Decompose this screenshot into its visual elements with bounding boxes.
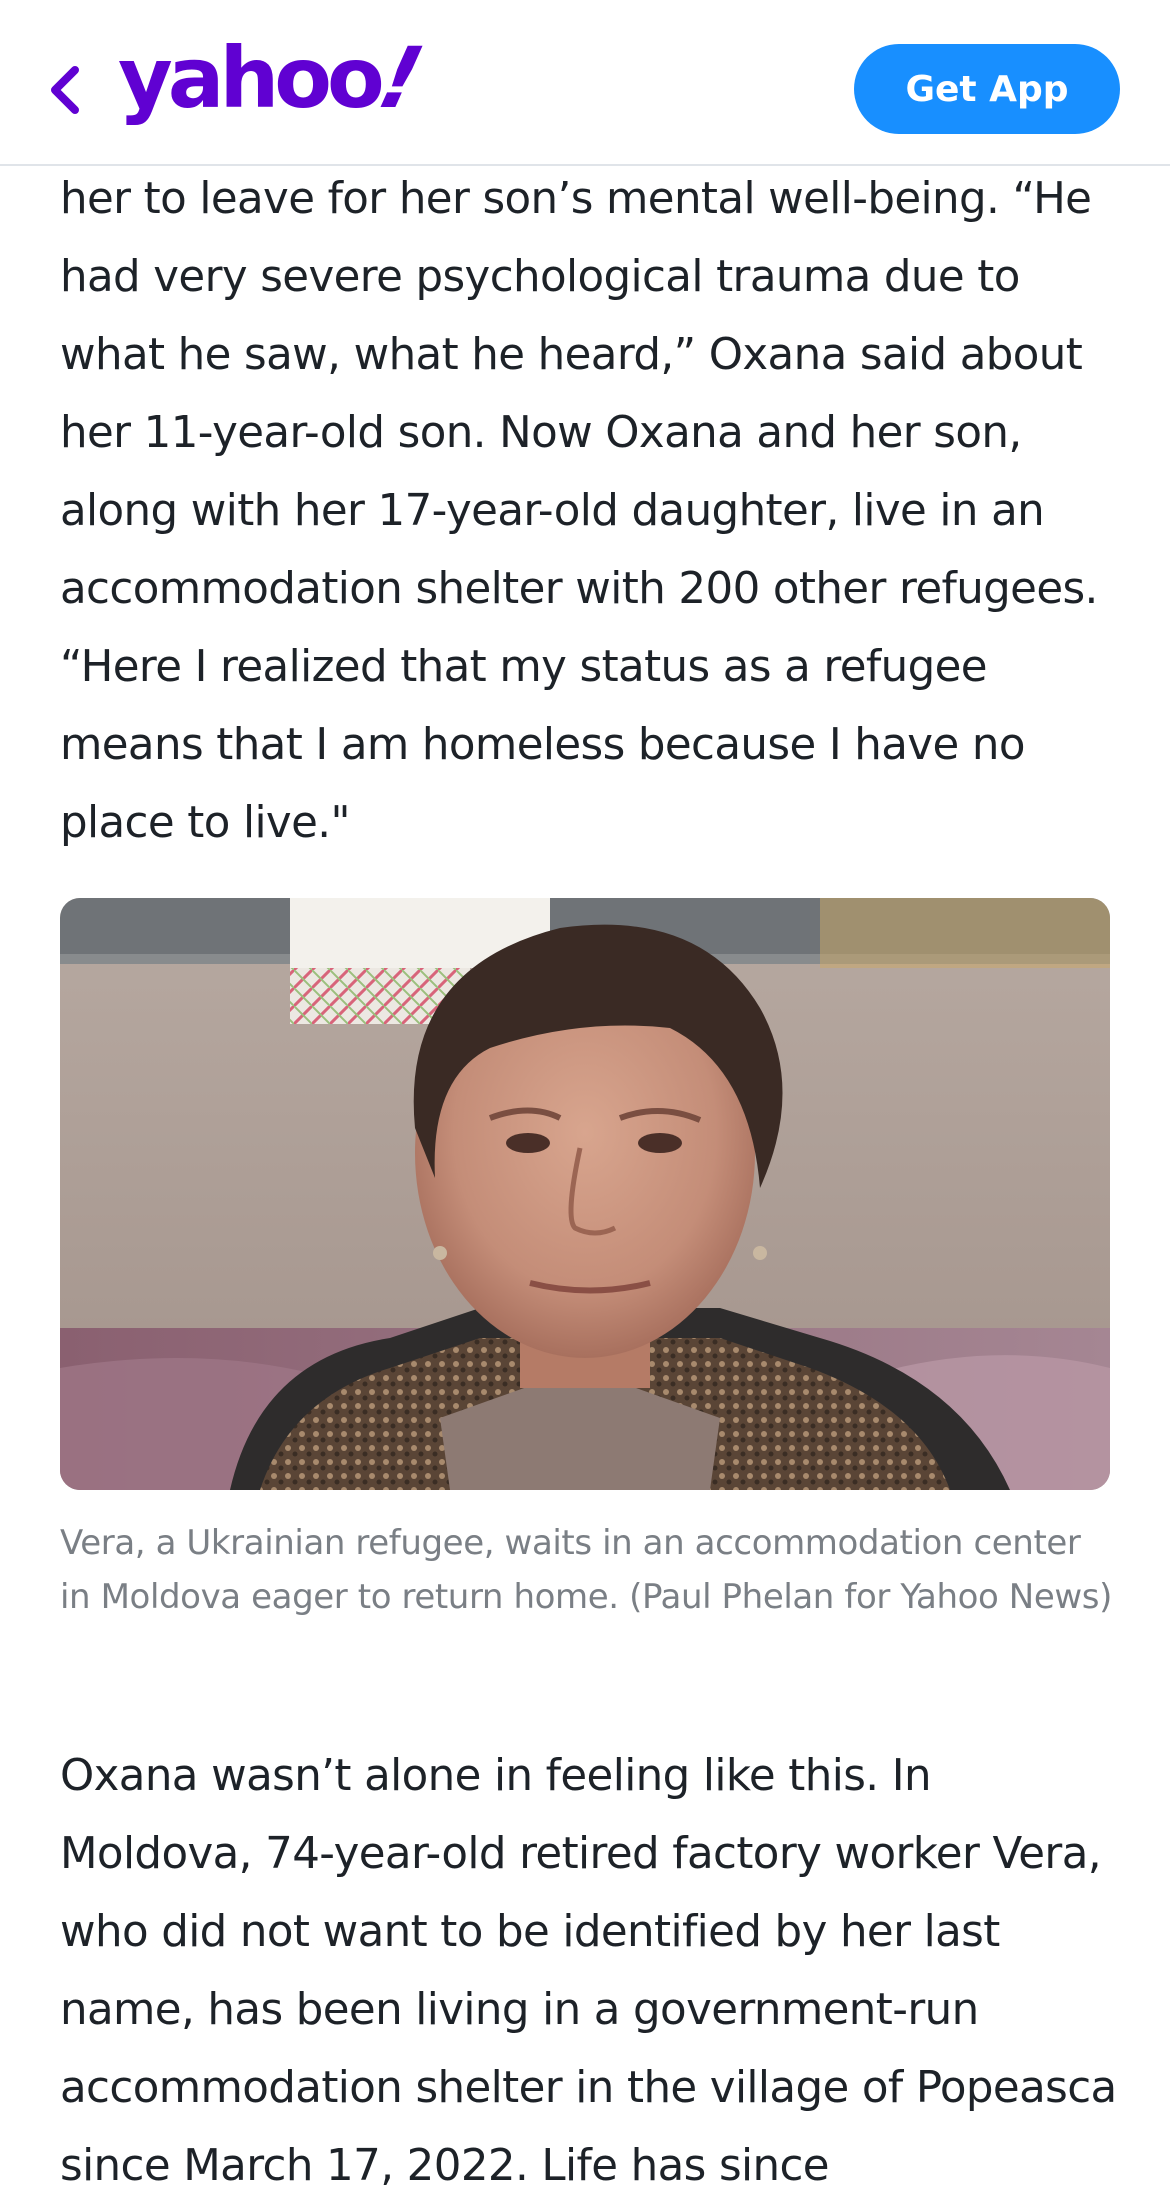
article-paragraph: Oxana wasn’t alone in feeling like this.…: [60, 1751, 1117, 2191]
yahoo-logo[interactable]: yahoo!: [118, 29, 427, 127]
chevron-left-icon: [51, 66, 79, 114]
refugee-portrait-image: [60, 898, 1110, 1490]
article-photo[interactable]: [60, 898, 1110, 1490]
back-button[interactable]: [42, 60, 88, 120]
top-bar: yahoo! Get App: [0, 0, 1170, 166]
article-paragraph: her to leave for her son’s mental well-b…: [60, 174, 1098, 848]
get-app-button[interactable]: Get App: [854, 44, 1120, 134]
photo-caption: Vera, a Ukrainian refugee, waits in an a…: [60, 1523, 1112, 1617]
